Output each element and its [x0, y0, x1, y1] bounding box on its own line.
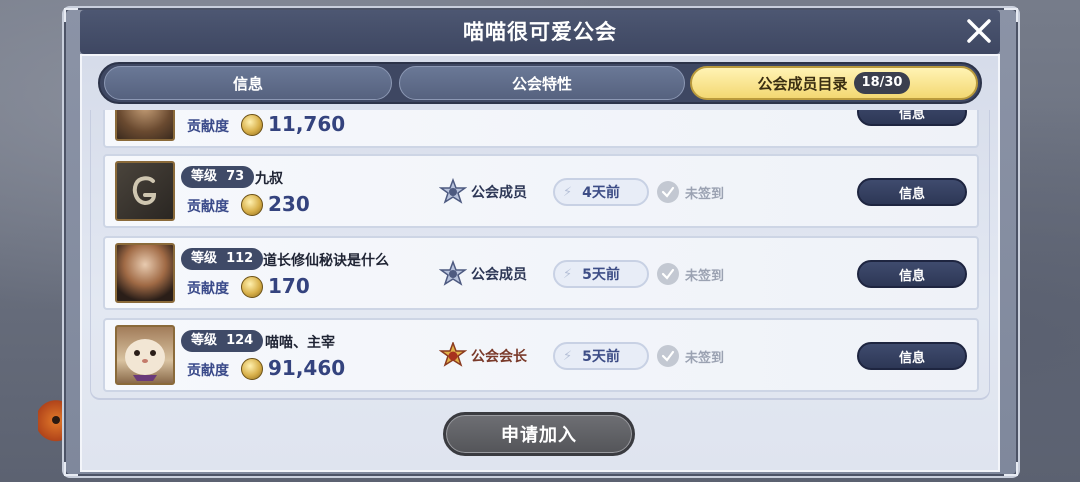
sign-in-status: 未签到: [685, 269, 725, 284]
contribution-label: 贡献度: [187, 199, 229, 215]
check-icon: [657, 181, 679, 203]
last-online-text: 5天前: [582, 349, 620, 365]
info-button-label: 信息: [898, 110, 925, 122]
apply-join-label: 申请加入: [501, 425, 577, 446]
contribution-label: 贡献度: [187, 281, 229, 297]
tab-guild-features[interactable]: 公会特性: [399, 66, 685, 100]
member-name: 喵喵、主宰: [265, 335, 335, 351]
member-row: 等级 124 喵喵、主宰 贡献度 91,460 公会会长 ⚡ 5天前 未签到 信…: [103, 318, 979, 392]
frame-corner: [1004, 8, 1018, 22]
guild-leader-icon: [439, 342, 467, 367]
sign-in-status: 未签到: [685, 187, 725, 202]
contribution-label: 贡献度: [187, 363, 229, 379]
sign-in-status: 未签到: [685, 351, 725, 366]
close-icon: [967, 19, 991, 43]
member-role: 公会成员: [471, 267, 527, 283]
info-button[interactable]: 信息: [857, 342, 967, 370]
hamster-icon: [125, 339, 165, 381]
info-button-label: 信息: [898, 350, 925, 366]
lightning-icon: ⚡: [563, 266, 573, 282]
contribution-value: 230: [268, 192, 310, 216]
last-online-text: 5天前: [582, 267, 620, 283]
close-button[interactable]: [960, 12, 998, 50]
apply-join-button[interactable]: 申请加入: [443, 412, 635, 456]
contribution-label: 贡献度: [187, 119, 229, 135]
member-row: 等级 73 九叔 贡献度 230 公会成员 ⚡ 4天前 未签到 信息: [103, 154, 979, 228]
member-name: 道长修仙秘诀是什么: [263, 253, 389, 269]
member-avatar: [115, 110, 175, 141]
member-row: 贡献度 11,760 信息: [103, 110, 979, 148]
contribution-coin-icon: [241, 358, 263, 380]
contribution-value: 170: [268, 274, 310, 298]
tab-info[interactable]: 信息: [104, 66, 392, 100]
member-row: 等级 112 道长修仙秘诀是什么 贡献度 170 公会成员 ⚡ 5天前 未签到 …: [103, 236, 979, 310]
frame-corner: [64, 8, 78, 22]
member-role: 公会成员: [471, 185, 527, 201]
last-online-pill: ⚡ 5天前: [553, 260, 649, 288]
contribution-coin-icon: [241, 194, 263, 216]
contribution-coin-icon: [241, 114, 263, 136]
member-avatar-hamster: [115, 325, 175, 385]
frame-corner: [1004, 462, 1018, 476]
tab-label: 公会成员目录: [757, 74, 848, 93]
check-icon: [657, 263, 679, 285]
last-online-text: 4天前: [582, 185, 620, 201]
info-button-label: 信息: [898, 268, 925, 284]
contribution-coin-icon: [241, 276, 263, 298]
lightning-icon: ⚡: [563, 348, 573, 364]
lightning-icon: ⚡: [563, 184, 573, 200]
member-name: 九叔: [255, 171, 283, 187]
level-badge: 等级 73: [181, 166, 255, 188]
member-role: 公会会长: [471, 349, 527, 365]
member-avatar-letter-g: [115, 161, 175, 221]
letter-g-icon: [132, 176, 157, 206]
member-role-icon: [439, 178, 467, 204]
info-button-label: 信息: [898, 186, 925, 202]
tab-member-directory[interactable]: 公会成员目录 18/30: [690, 66, 978, 100]
info-button[interactable]: 信息: [857, 110, 967, 126]
tab-label: 公会特性: [511, 74, 572, 93]
check-icon: [657, 345, 679, 367]
contribution-value: 11,760: [268, 112, 346, 136]
info-button[interactable]: 信息: [857, 178, 967, 206]
member-list[interactable]: 贡献度 11,760 信息 等级 73 九叔 贡献度 230 公会成员 ⚡ 4天…: [90, 110, 990, 400]
last-online-pill: ⚡ 5天前: [553, 342, 649, 370]
level-badge: 等级 112: [181, 248, 264, 270]
member-role-icon: [439, 260, 467, 286]
member-count-badge: 18/30: [853, 72, 911, 94]
info-button[interactable]: 信息: [857, 260, 967, 288]
level-badge: 等级 124: [181, 330, 264, 352]
member-avatar-anime-girl: [115, 243, 175, 303]
frame-corner: [64, 462, 78, 476]
last-online-pill: ⚡ 4天前: [553, 178, 649, 206]
contribution-value: 91,460: [268, 356, 346, 380]
tab-label: 信息: [232, 74, 263, 93]
guild-title: 喵喵很可爱公会: [463, 20, 617, 44]
